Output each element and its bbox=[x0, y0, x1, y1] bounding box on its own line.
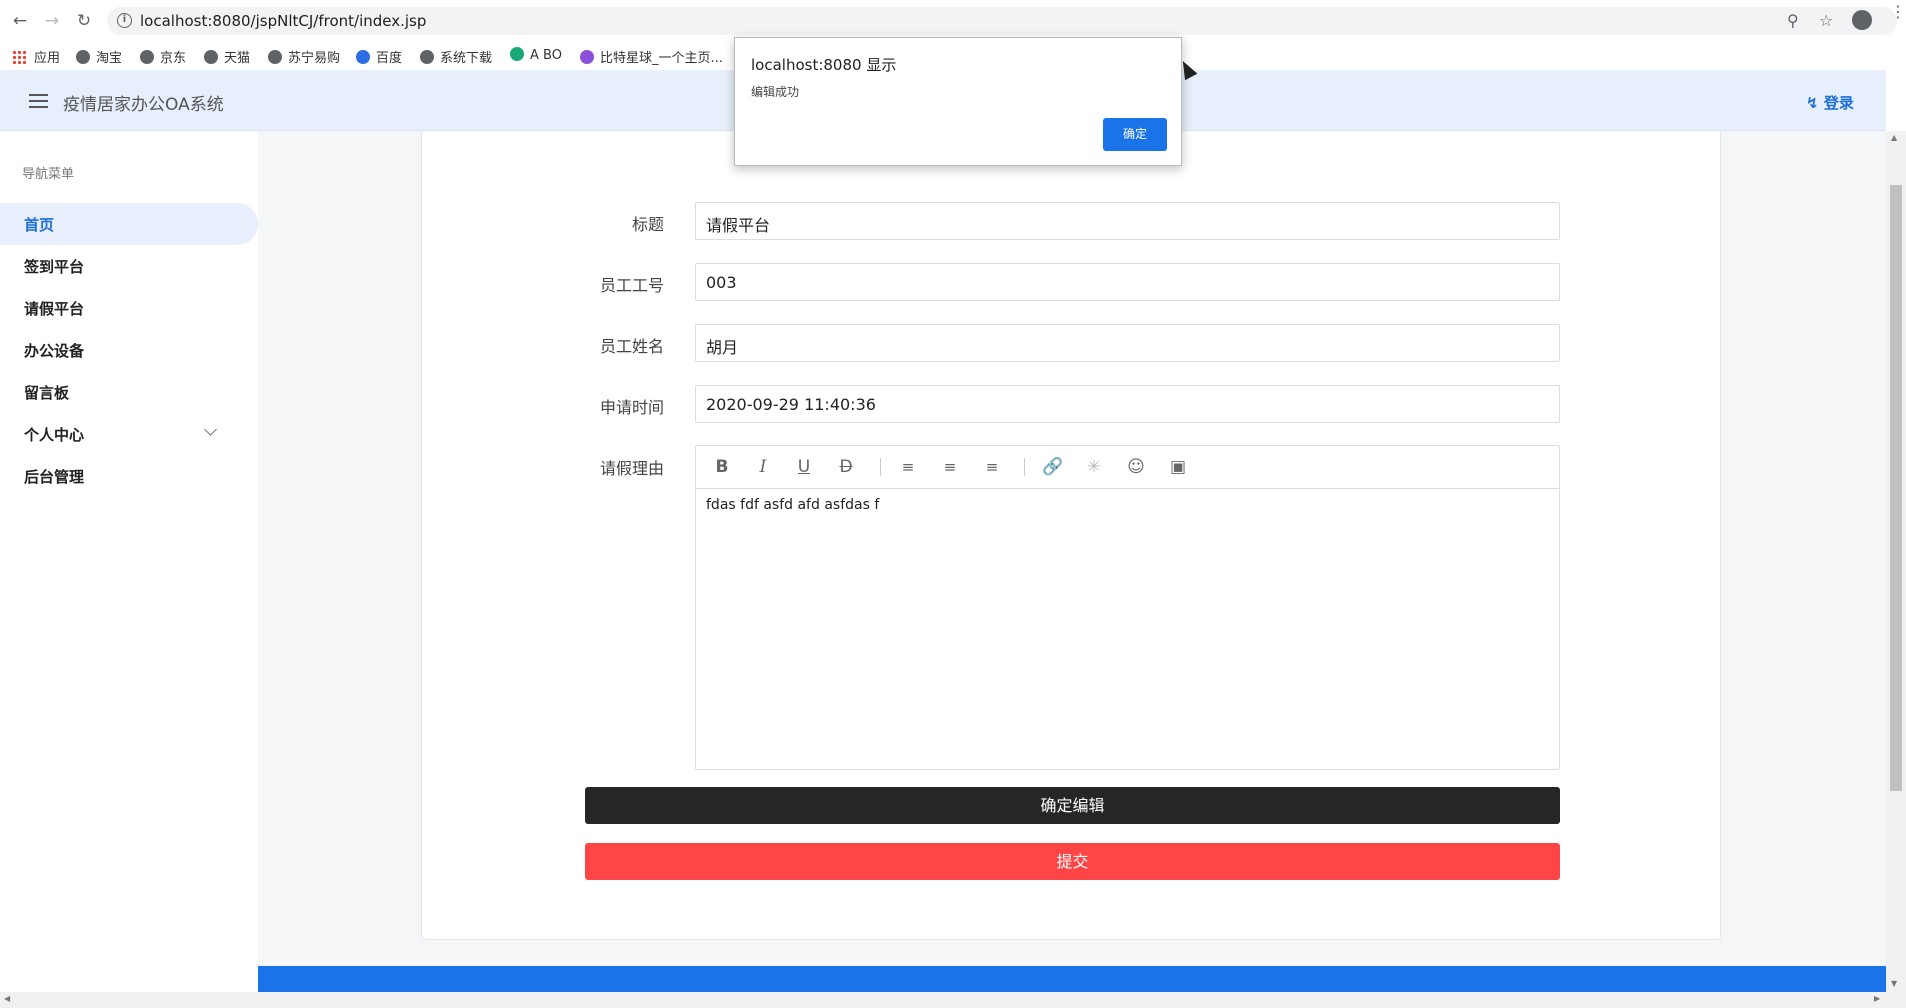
forward-icon[interactable]: → bbox=[40, 9, 64, 33]
unlink-icon[interactable]: ✳ bbox=[1084, 457, 1104, 477]
italic-icon[interactable]: I bbox=[753, 457, 773, 477]
employee-name-label: 员工姓名 bbox=[599, 337, 664, 356]
browser-toolbar: ← → ↻ i localhost:8080/jspNltCJ/front/in… bbox=[0, 0, 1906, 42]
sidebar-item-personal[interactable]: 个人中心 bbox=[0, 413, 258, 455]
apps-grid-icon bbox=[12, 50, 26, 64]
title-label: 标题 bbox=[631, 215, 664, 234]
scroll-left-arrow-icon[interactable]: ◀ bbox=[4, 994, 10, 1003]
bold-icon[interactable]: B bbox=[712, 457, 732, 477]
back-icon[interactable]: ← bbox=[8, 9, 32, 33]
app-title: 疫情居家办公OA系统 bbox=[63, 95, 224, 115]
dialog-ok-button[interactable]: 确定 bbox=[1103, 118, 1167, 151]
sidebar-item-equipment[interactable]: 办公设备 bbox=[0, 329, 258, 371]
bookmark-abo[interactable]: A BO bbox=[510, 47, 562, 63]
hamburger-menu-icon[interactable] bbox=[29, 94, 48, 108]
reason-editor[interactable]: B I U D ≡ ≡ ≡ 🔗 ✳ ☺ ▣ fdas fdf asfd afd … bbox=[695, 445, 1560, 770]
bookmark-jd[interactable]: 京东 bbox=[140, 47, 186, 66]
leaf-icon bbox=[510, 47, 524, 61]
bookmark-system-download[interactable]: 系统下载 bbox=[420, 47, 492, 66]
star-icon[interactable]: ☆ bbox=[1819, 11, 1833, 30]
dialog-title: localhost:8080 显示 bbox=[751, 56, 897, 74]
align-left-icon[interactable]: ≡ bbox=[898, 457, 918, 477]
scrollbar-thumb[interactable] bbox=[1890, 185, 1902, 791]
address-bar[interactable]: i localhost:8080/jspNltCJ/front/index.js… bbox=[107, 7, 1897, 35]
profile-icon[interactable] bbox=[1852, 10, 1872, 30]
paw-icon bbox=[356, 50, 370, 64]
link-icon[interactable]: 🔗 bbox=[1042, 457, 1063, 477]
reason-text[interactable]: fdas fdf asfd afd asfdas f bbox=[706, 497, 879, 513]
chevron-down-icon bbox=[204, 423, 217, 436]
employee-id-label: 员工工号 bbox=[599, 276, 664, 295]
bookmark-apps[interactable]: 应用 bbox=[12, 47, 60, 66]
underline-icon[interactable]: U bbox=[794, 457, 814, 477]
scroll-up-arrow-icon[interactable]: ▲ bbox=[1891, 133, 1897, 142]
globe-icon bbox=[420, 50, 434, 64]
globe-icon bbox=[268, 50, 282, 64]
sidebar-item-checkin[interactable]: 签到平台 bbox=[0, 245, 258, 287]
employee-id-input[interactable]: 003 bbox=[695, 263, 1560, 301]
align-center-icon[interactable]: ≡ bbox=[940, 457, 960, 477]
sidebar: 导航菜单 首页 签到平台 请假平台 办公设备 留言板 个人中心 后台管理 bbox=[0, 131, 258, 992]
image-icon[interactable]: ▣ bbox=[1168, 457, 1188, 477]
bookmark-baidu[interactable]: 百度 bbox=[356, 47, 402, 66]
footer-bar bbox=[258, 966, 1886, 992]
nav-heading: 导航菜单 bbox=[22, 167, 75, 182]
title-input[interactable]: 请假平台 bbox=[695, 202, 1560, 240]
globe-icon bbox=[76, 50, 90, 64]
confirm-edit-button[interactable]: 确定编辑 bbox=[585, 787, 1560, 824]
scroll-down-arrow-icon[interactable]: ▼ bbox=[1891, 979, 1897, 988]
globe-icon bbox=[140, 50, 154, 64]
vertical-scrollbar[interactable]: ▲ ▼ bbox=[1886, 131, 1906, 992]
apply-time-label: 申请时间 bbox=[599, 398, 664, 417]
sidebar-item-messages[interactable]: 留言板 bbox=[0, 371, 258, 413]
info-icon[interactable]: i bbox=[117, 13, 132, 28]
edit-form-card: 标题 请假平台 员工工号 003 员工姓名 胡月 申请时间 2020-09-29… bbox=[421, 131, 1721, 940]
align-right-icon[interactable]: ≡ bbox=[982, 457, 1002, 477]
emoji-icon[interactable]: ☺ bbox=[1126, 457, 1146, 477]
sidebar-item-home[interactable]: 首页 bbox=[0, 203, 258, 245]
globe-icon bbox=[204, 50, 218, 64]
main-content: 标题 请假平台 员工工号 003 员工姓名 胡月 申请时间 2020-09-29… bbox=[258, 131, 1886, 966]
sidebar-item-admin[interactable]: 后台管理 bbox=[0, 455, 258, 497]
bolt-icon: ↯ bbox=[1806, 94, 1819, 112]
employee-name-input[interactable]: 胡月 bbox=[695, 324, 1560, 362]
menu-dots-icon[interactable]: ⋮ bbox=[1890, 4, 1906, 20]
bookmark-bit-planet[interactable]: 比特星球_一个主页... bbox=[580, 47, 723, 66]
login-link[interactable]: ↯ 登录 bbox=[1806, 92, 1854, 113]
apply-time-input[interactable]: 2020-09-29 11:40:36 bbox=[695, 385, 1560, 423]
alert-dialog: localhost:8080 显示 编辑成功 确定 bbox=[734, 37, 1182, 166]
bookmark-suning[interactable]: 苏宁易购 bbox=[268, 47, 340, 66]
url-text[interactable]: localhost:8080/jspNltCJ/front/index.jsp bbox=[140, 12, 426, 30]
submit-button[interactable]: 提交 bbox=[585, 843, 1560, 880]
planet-icon bbox=[580, 50, 594, 64]
editor-toolbar: B I U D ≡ ≡ ≡ 🔗 ✳ ☺ ▣ bbox=[696, 446, 1559, 489]
horizontal-scrollbar[interactable]: ◀ ▶ bbox=[0, 992, 1906, 1008]
sidebar-item-leave[interactable]: 请假平台 bbox=[0, 287, 258, 329]
dialog-message: 编辑成功 bbox=[751, 85, 800, 99]
reload-icon[interactable]: ↻ bbox=[72, 9, 96, 33]
bookmark-taobao[interactable]: 淘宝 bbox=[76, 47, 122, 66]
reason-label: 请假理由 bbox=[599, 459, 664, 478]
strikethrough-icon[interactable]: D bbox=[836, 457, 856, 477]
scroll-right-arrow-icon[interactable]: ▶ bbox=[1874, 994, 1880, 1003]
bookmark-tmall[interactable]: 天猫 bbox=[204, 47, 250, 66]
key-icon[interactable]: ⚲ bbox=[1787, 11, 1799, 30]
